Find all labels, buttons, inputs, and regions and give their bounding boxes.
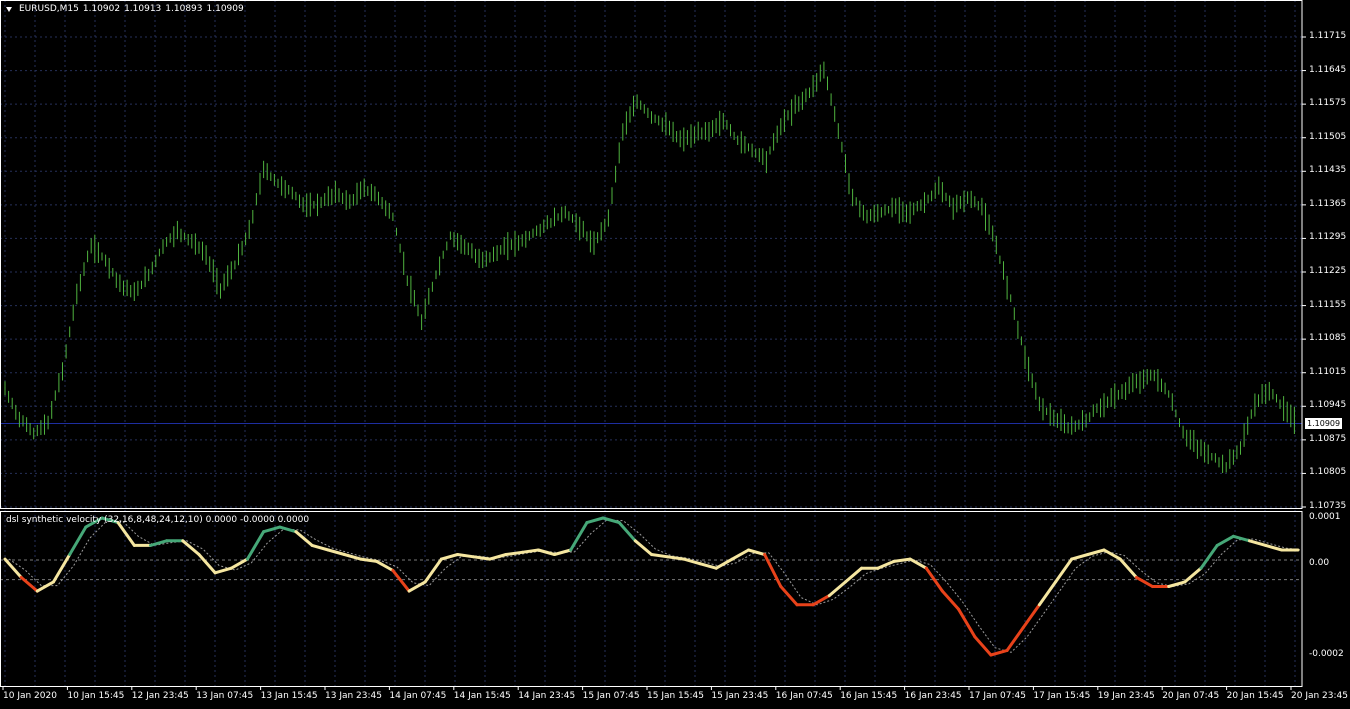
dropdown-triangle-icon[interactable] xyxy=(6,6,12,12)
price-axis-label: 1.11715 xyxy=(1309,31,1347,41)
symbol-timeframe: EURUSD,M15 xyxy=(19,4,79,14)
velocity-segment xyxy=(763,553,783,588)
velocity-segment xyxy=(698,562,718,570)
price-axis-label: 1.10735 xyxy=(1309,501,1347,511)
velocity-segment xyxy=(1231,534,1251,543)
time-axis-label: 15 Jan 15:45 xyxy=(647,691,704,701)
price-axis-label: 1.11015 xyxy=(1309,366,1347,377)
chart-canvas[interactable] xyxy=(0,0,1350,709)
velocity-segment xyxy=(924,566,944,593)
indicator-axis-label: 0.0001 xyxy=(1309,512,1341,522)
time-axis-label: 14 Jan 15:45 xyxy=(453,691,511,701)
velocity-segment xyxy=(957,607,977,639)
price-axis-label: 1.10945 xyxy=(1309,400,1347,411)
velocity-segment xyxy=(1005,626,1025,652)
time-axis-label: 12 Jan 23:45 xyxy=(131,691,189,701)
velocity-segment xyxy=(1183,566,1203,584)
time-axis-label: 16 Jan 15:45 xyxy=(840,691,898,701)
velocity-segment xyxy=(989,648,1009,657)
velocity-segment xyxy=(585,516,605,525)
velocity-segment xyxy=(245,530,266,561)
chart-title: EURUSD,M15 1.10902 1.10913 1.10893 1.109… xyxy=(6,4,244,14)
chart-window[interactable]: EURUSD,M15 1.10902 1.10913 1.10893 1.109… xyxy=(0,0,1350,709)
velocity-segment xyxy=(569,521,589,552)
velocity-segment xyxy=(1134,575,1154,588)
price-bars xyxy=(4,61,1295,473)
velocity-segment xyxy=(1102,548,1122,561)
ohlc-open: 1.10902 xyxy=(82,4,121,14)
velocity-segment xyxy=(779,585,799,607)
velocity-segment xyxy=(714,557,734,570)
velocity-segment xyxy=(617,521,637,543)
time-axis-label: 14 Jan 07:45 xyxy=(389,691,447,701)
time-axis-label: 10 Jan 15:45 xyxy=(67,691,125,701)
velocity-indicator xyxy=(0,516,1303,657)
velocity-segment xyxy=(827,580,847,598)
velocity-segment xyxy=(52,553,72,584)
time-axis-label: 20 Jan 15:45 xyxy=(1226,691,1284,701)
price-axis-label: 1.11435 xyxy=(1309,165,1347,176)
ohlc-low: 1.10893 xyxy=(165,4,203,14)
indicator-title: dsl synthetic velocity (32,16,8,48,24,12… xyxy=(6,515,310,525)
time-axis-label: 10 Jan 2020 xyxy=(3,691,57,701)
indicator-axis-label: 0.00 xyxy=(1309,557,1330,568)
velocity-segment xyxy=(342,553,363,561)
velocity-segment xyxy=(1021,603,1041,630)
price-axis-label: 1.11645 xyxy=(1309,64,1347,75)
time-axis-label: 19 Jan 23:45 xyxy=(1097,691,1155,701)
time-axis-label: 15 Jan 23:45 xyxy=(711,691,769,701)
time-axis-label: 13 Jan 15:45 xyxy=(260,691,318,701)
velocity-segment xyxy=(68,525,88,556)
velocity-segment xyxy=(650,553,670,559)
velocity-segment xyxy=(326,548,346,556)
velocity-segment xyxy=(116,521,136,547)
price-axis-label: 1.10875 xyxy=(1309,433,1347,444)
velocity-segment xyxy=(197,553,217,575)
chart-grid xyxy=(0,0,1302,686)
time-axis-label: 13 Jan 23:45 xyxy=(325,691,382,701)
velocity-segment xyxy=(1199,543,1219,570)
velocity-segment xyxy=(423,557,443,584)
indicator-pane-border xyxy=(0,511,1303,687)
velocity-segment xyxy=(1054,557,1074,584)
price-axis-label: 1.11505 xyxy=(1309,131,1347,142)
velocity-segment xyxy=(553,548,573,556)
ohlc-high: 1.10913 xyxy=(124,4,162,14)
velocity-segment xyxy=(407,580,427,593)
velocity-segment xyxy=(294,530,314,547)
velocity-segment xyxy=(1215,534,1235,547)
velocity-segment xyxy=(213,566,233,575)
indicator-axis-label: -0.0002 xyxy=(1309,649,1344,659)
time-axis-label: 13 Jan 07:45 xyxy=(196,691,254,701)
price-axis-label: 1.10805 xyxy=(1309,467,1347,478)
current-price-tag: 1.10909 xyxy=(1305,418,1343,429)
signal-line xyxy=(8,519,1303,653)
velocity-segment xyxy=(892,557,912,563)
time-axis-label: 20 Jan 23:45 xyxy=(1291,691,1348,701)
time-axis-label: 20 Jan 07:45 xyxy=(1162,691,1220,701)
time-axis-label: 14 Jan 23:45 xyxy=(518,691,576,701)
time-axis-label: 16 Jan 23:45 xyxy=(904,691,962,701)
velocity-segment xyxy=(536,548,556,556)
price-axis-label: 1.11225 xyxy=(1309,266,1347,276)
time-axis-label: 17 Jan 15:45 xyxy=(1033,691,1091,701)
velocity-segment xyxy=(310,543,330,552)
velocity-segment xyxy=(456,553,476,559)
price-axis-label: 1.11575 xyxy=(1309,98,1347,109)
ohlc-close: 1.10909 xyxy=(206,4,244,14)
velocity-segment xyxy=(262,525,282,534)
price-axis-label: 1.11365 xyxy=(1309,198,1347,209)
price-axis-label: 1.11085 xyxy=(1309,333,1347,344)
price-axis-label: 1.11295 xyxy=(1309,232,1347,243)
velocity-segment xyxy=(1037,580,1058,607)
velocity-segment xyxy=(1118,557,1138,579)
time-axis-label: 17 Jan 07:45 xyxy=(969,691,1026,701)
velocity-segment xyxy=(35,580,55,593)
time-axis-label: 16 Jan 07:45 xyxy=(775,691,833,701)
time-axis-label: 15 Jan 07:45 xyxy=(582,691,640,701)
price-axis-label: 1.11155 xyxy=(1309,299,1347,310)
velocity-segment xyxy=(375,559,395,572)
